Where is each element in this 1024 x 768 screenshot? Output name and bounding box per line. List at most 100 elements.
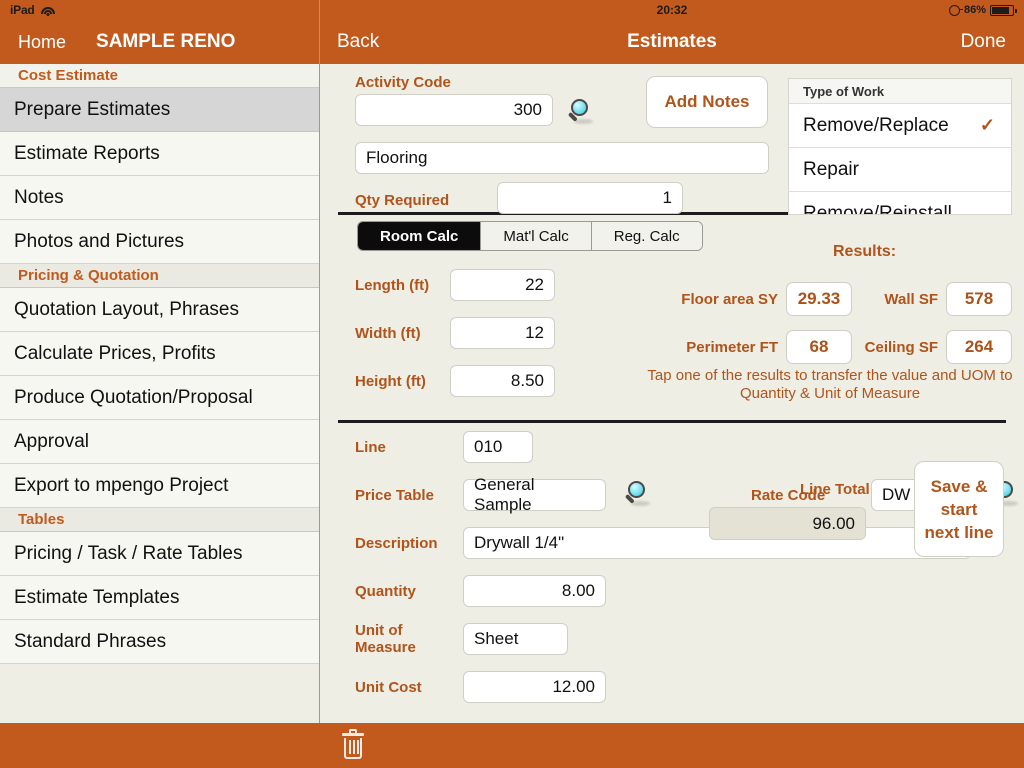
quantity-row: Quantity 8.00 [320,567,1024,615]
unit-cost-label: Unit Cost [355,678,422,696]
price-table-input[interactable]: General Sample [463,475,606,514]
width-value: 12 [525,323,544,342]
tab-room-calc[interactable]: Room Calc [358,222,481,250]
type-of-work-option-remove-replace[interactable]: Remove/Replace ✓ [789,103,1011,147]
project-title: SAMPLE RENO [96,31,236,52]
wall-sf-result[interactable]: 578 [946,282,1012,316]
tab-reg-calc[interactable]: Reg. Calc [590,222,702,250]
calculator-tabs[interactable]: Room Calc Mat'l Calc Reg. Calc [357,221,703,251]
height-input[interactable]: 8.50 [450,365,555,397]
sidebar-item-pricing-task-rate-tables[interactable]: Pricing / Task / Rate Tables [0,532,319,576]
price-table-search-icon[interactable] [622,479,656,511]
activity-code-input[interactable]: 300 [355,94,553,126]
width-input[interactable]: 12 [450,317,555,349]
sidebar-bottom-toolbar [0,723,320,768]
trash-icon[interactable] [342,728,364,759]
line-total-value: 96.00 [812,513,855,533]
results-row-2: Perimeter FT 68 Ceiling SF 264 [650,323,1012,371]
pane-status-bar: 20:32 86% [320,0,1024,20]
save-and-start-next-line-button[interactable]: Save & start next line [914,461,1004,557]
width-label: Width (ft) [355,324,421,342]
length-input[interactable]: 22 [450,269,555,301]
unit-cost-value: 12.00 [552,677,595,696]
description-label: Description [355,534,438,552]
ceiling-sf-result[interactable]: 264 [946,330,1012,364]
type-of-work-option-repair[interactable]: Repair [789,147,1011,191]
battery-percent: 86% [963,4,986,16]
battery-status-group: 86% [948,0,1017,20]
quantity-input[interactable]: 8.00 [463,575,606,607]
room-calc-inputs: Length (ft) 22 Width (ft) 12 Height (ft) [320,261,555,405]
unit-of-measure-label: Unit of Measure [355,622,416,656]
home-button[interactable]: Home [18,32,66,53]
sidebar-item-estimate-reports[interactable]: Estimate Reports [0,132,319,176]
type-of-work-option-label: Repair [803,158,859,180]
page-title: Estimates [627,31,717,52]
height-label: Height (ft) [355,372,426,390]
detail-pane: 20:32 86% Back Estimates Done Activity C… [320,0,1024,768]
sidebar-item-standard-phrases[interactable]: Standard Phrases [0,620,319,664]
calculator-section: Room Calc Mat'l Calc Reg. Calc Length (f… [320,215,1024,420]
done-button[interactable]: Done [961,31,1006,53]
width-row: Width (ft) 12 [320,309,555,357]
app-screen: iPad Home SAMPLE RENO Cost Estimate Prep… [0,0,1024,768]
height-row: Height (ft) 8.50 [320,357,555,405]
price-table-value: General Sample [474,475,535,514]
sidebar-item-produce-quotation-proposal[interactable]: Produce Quotation/Proposal [0,376,319,420]
sidebar-item-notes[interactable]: Notes [0,176,319,220]
activity-code-search-icon[interactable] [565,97,599,129]
battery-icon [990,4,1017,16]
line-input[interactable]: 010 [463,431,533,463]
wall-sf-value: 578 [964,289,994,308]
sidebar-item-photos-and-pictures[interactable]: Photos and Pictures [0,220,319,264]
results-hint: Tap one of the results to transfer the v… [647,367,1013,402]
unit-of-measure-row: Unit of Measure Sheet [320,615,1024,663]
sidebar-item-calculate-prices-profits[interactable]: Calculate Prices, Profits [0,332,319,376]
sidebar-item-prepare-estimates[interactable]: Prepare Estimates [0,88,319,132]
perimeter-ft-result[interactable]: 68 [786,330,852,364]
activity-code-label: Activity Code [355,74,451,91]
sidebar-item-export-to-mpengo-project[interactable]: Export to mpengo Project [0,464,319,508]
sidebar-item-quotation-layout-phrases[interactable]: Quotation Layout, Phrases [0,288,319,332]
line-value: 010 [474,437,503,456]
quantity-label: Quantity [355,582,416,600]
wifi-icon [40,5,55,16]
sidebar-status-bar: iPad [0,0,319,20]
sidebar-group-header-tables: Tables [0,508,319,532]
line-label: Line [355,438,386,456]
sidebar-menu-list[interactable]: Cost Estimate Prepare Estimates Estimate… [0,64,319,768]
tab-material-calc[interactable]: Mat'l Calc [480,222,591,250]
save-button-line-3: next line [924,522,994,542]
floor-area-sy-value: 29.33 [797,289,841,308]
unit-cost-row: Unit Cost 12.00 [320,663,1024,711]
line-total-value-field: 96.00 [709,507,866,540]
add-notes-label: Add Notes [664,92,750,111]
floor-area-sy-result[interactable]: 29.33 [786,282,852,316]
line-total-label: Line Total [800,481,870,498]
add-notes-button[interactable]: Add Notes [646,76,768,128]
sidebar-group-header-cost-estimate: Cost Estimate [0,64,319,88]
device-name: iPad [10,3,35,17]
back-button[interactable]: Back [337,31,379,53]
description-value: Drywall 1/4" [474,533,565,552]
type-of-work-option-remove-reinstall[interactable]: Remove/Reinstall [789,191,1011,215]
results-row-1: Floor area SY 29.33 Wall SF 578 [650,275,1012,323]
length-value: 22 [525,275,544,294]
activity-description-input[interactable]: Flooring [355,142,769,174]
ceiling-sf-value: 264 [964,337,994,356]
sidebar-group-header-pricing-quotation: Pricing & Quotation [0,264,319,288]
unit-cost-input[interactable]: 12.00 [463,671,606,703]
sidebar: iPad Home SAMPLE RENO Cost Estimate Prep… [0,0,320,768]
pane-bottom-toolbar [320,723,1024,768]
height-value: 8.50 [510,371,544,390]
activity-description-value: Flooring [366,148,428,167]
type-of-work-option-label: Remove/Reinstall [803,202,952,215]
sidebar-item-estimate-templates[interactable]: Estimate Templates [0,576,319,620]
unit-of-measure-input[interactable]: Sheet [463,623,568,655]
type-of-work-panel[interactable]: Type of Work Remove/Replace ✓ Repair Rem… [788,78,1012,215]
results-grid: Floor area SY 29.33 Wall SF 578 Perimete… [650,275,1012,371]
type-of-work-option-label: Remove/Replace [803,114,949,136]
clock: 20:32 [656,3,688,17]
qty-required-input[interactable]: 1 [497,182,683,214]
sidebar-item-approval[interactable]: Approval [0,420,319,464]
